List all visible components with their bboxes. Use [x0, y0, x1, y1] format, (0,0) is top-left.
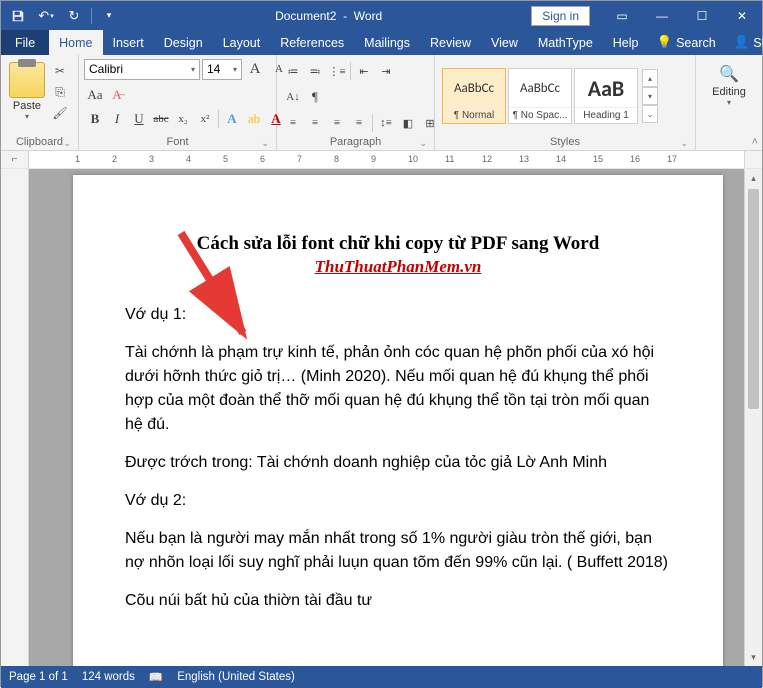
- strike-button[interactable]: abc: [150, 108, 172, 130]
- horizontal-ruler[interactable]: 1234567891011121314151617: [29, 151, 744, 168]
- increase-indent-icon[interactable]: ⇥: [375, 60, 397, 82]
- undo-icon[interactable]: ↶▾: [33, 4, 59, 28]
- status-page[interactable]: Page 1 of 1: [9, 671, 68, 683]
- sign-in-button[interactable]: Sign in: [531, 6, 590, 26]
- save-icon[interactable]: [5, 4, 31, 28]
- tell-me-search[interactable]: 💡Search: [649, 30, 724, 55]
- decrease-indent-icon[interactable]: ⇤: [353, 60, 375, 82]
- tab-mathtype[interactable]: MathType: [528, 30, 603, 55]
- superscript-button[interactable]: x²: [194, 108, 216, 130]
- tab-mailings[interactable]: Mailings: [354, 30, 420, 55]
- subscript-button[interactable]: x₂: [172, 108, 194, 130]
- share-button[interactable]: 👤Share: [724, 30, 763, 55]
- editing-button[interactable]: 🔍 Editing ▾: [701, 58, 757, 107]
- maximize-icon[interactable]: ☐: [682, 1, 722, 30]
- doc-heading: Cách sửa lỗi font chữ khi copy từ PDF sa…: [125, 233, 671, 255]
- line-spacing-icon[interactable]: ↕≡: [375, 112, 397, 134]
- tab-design[interactable]: Design: [154, 30, 213, 55]
- tab-review[interactable]: Review: [420, 30, 481, 55]
- italic-button[interactable]: I: [106, 108, 128, 130]
- align-left-icon[interactable]: ≡: [282, 112, 304, 134]
- font-name-combo[interactable]: Calibri▾: [84, 59, 200, 80]
- clear-format-icon[interactable]: A̶: [106, 84, 128, 106]
- align-right-icon[interactable]: ≡: [326, 112, 348, 134]
- clipboard-icon: [9, 62, 45, 98]
- vertical-ruler[interactable]: [1, 169, 29, 666]
- doc-subheading: ThuThuatPhanMem.vn: [125, 257, 671, 277]
- align-center-icon[interactable]: ≡: [304, 112, 326, 134]
- ruler-corner: ⌐: [1, 151, 29, 168]
- sort-icon[interactable]: A↓: [282, 86, 304, 108]
- tab-home[interactable]: Home: [49, 30, 102, 55]
- status-language[interactable]: English (United States): [177, 671, 295, 683]
- cut-icon[interactable]: ✂: [51, 62, 69, 80]
- collapse-ribbon-icon[interactable]: ˄: [752, 136, 758, 148]
- window-title: Document2 - Word: [126, 9, 531, 23]
- scroll-up-icon[interactable]: ▴: [745, 169, 762, 187]
- bullets-icon[interactable]: ≔: [282, 60, 304, 82]
- font-size-combo[interactable]: 14▾: [202, 59, 242, 80]
- status-spellcheck-icon[interactable]: 📖: [149, 670, 163, 684]
- tab-references[interactable]: References: [270, 30, 354, 55]
- vertical-scrollbar[interactable]: ▴ ▾: [744, 169, 762, 666]
- bold-button[interactable]: B: [84, 108, 106, 130]
- lightbulb-icon: 💡: [657, 35, 673, 50]
- group-font-label: Font: [84, 134, 271, 150]
- justify-icon[interactable]: ≡: [348, 112, 370, 134]
- style-no-spacing[interactable]: AaBbCc ¶ No Spac...: [508, 68, 572, 124]
- styles-more-icon[interactable]: ⌄: [642, 105, 658, 123]
- copy-icon[interactable]: ⎘: [51, 83, 69, 101]
- tab-layout[interactable]: Layout: [213, 30, 271, 55]
- doc-body[interactable]: Vớ dụ 1: Tài chớnh là phạm trự kinh tế, …: [125, 303, 671, 613]
- group-paragraph-label: Paragraph: [282, 134, 429, 150]
- tab-view[interactable]: View: [481, 30, 528, 55]
- ribbon-display-icon[interactable]: ▭: [602, 1, 642, 30]
- styles-gallery-nav[interactable]: ▴ ▾ ⌄: [642, 69, 658, 123]
- tab-insert[interactable]: Insert: [103, 30, 154, 55]
- multilevel-icon[interactable]: ⋮≡: [326, 60, 348, 82]
- text-effects-icon[interactable]: A: [221, 108, 243, 130]
- qat-customize-icon[interactable]: ▾: [96, 4, 122, 28]
- styles-up-icon[interactable]: ▴: [642, 69, 658, 87]
- redo-icon[interactable]: ↻: [61, 4, 87, 28]
- grow-font-icon[interactable]: A: [244, 58, 266, 80]
- numbering-icon[interactable]: ≕: [304, 60, 326, 82]
- highlight-icon[interactable]: ab: [243, 108, 265, 130]
- scroll-thumb[interactable]: [748, 189, 759, 409]
- document-page[interactable]: Cách sửa lỗi font chữ khi copy từ PDF sa…: [73, 175, 723, 666]
- tab-file[interactable]: File: [1, 30, 49, 55]
- show-marks-icon[interactable]: ¶: [304, 86, 326, 108]
- change-case-icon[interactable]: Aa: [84, 84, 106, 106]
- status-words[interactable]: 124 words: [82, 671, 135, 683]
- styles-down-icon[interactable]: ▾: [642, 87, 658, 105]
- style-normal[interactable]: AaBbCc ¶ Normal: [442, 68, 506, 124]
- format-painter-icon[interactable]: 🖌: [51, 104, 69, 122]
- share-icon: 👤: [734, 35, 750, 50]
- group-styles-label: Styles: [440, 134, 690, 150]
- scroll-down-icon[interactable]: ▾: [745, 648, 762, 666]
- minimize-icon[interactable]: —: [642, 1, 682, 30]
- shading-icon[interactable]: ◧: [397, 112, 419, 134]
- style-heading1[interactable]: AaB Heading 1: [574, 68, 638, 124]
- tab-help[interactable]: Help: [603, 30, 649, 55]
- paste-button[interactable]: Paste ▾: [6, 58, 48, 121]
- find-icon: 🔍: [701, 64, 757, 84]
- close-icon[interactable]: ✕: [722, 1, 762, 30]
- group-clipboard-label: Clipboard: [6, 134, 73, 150]
- underline-button[interactable]: U: [128, 108, 150, 130]
